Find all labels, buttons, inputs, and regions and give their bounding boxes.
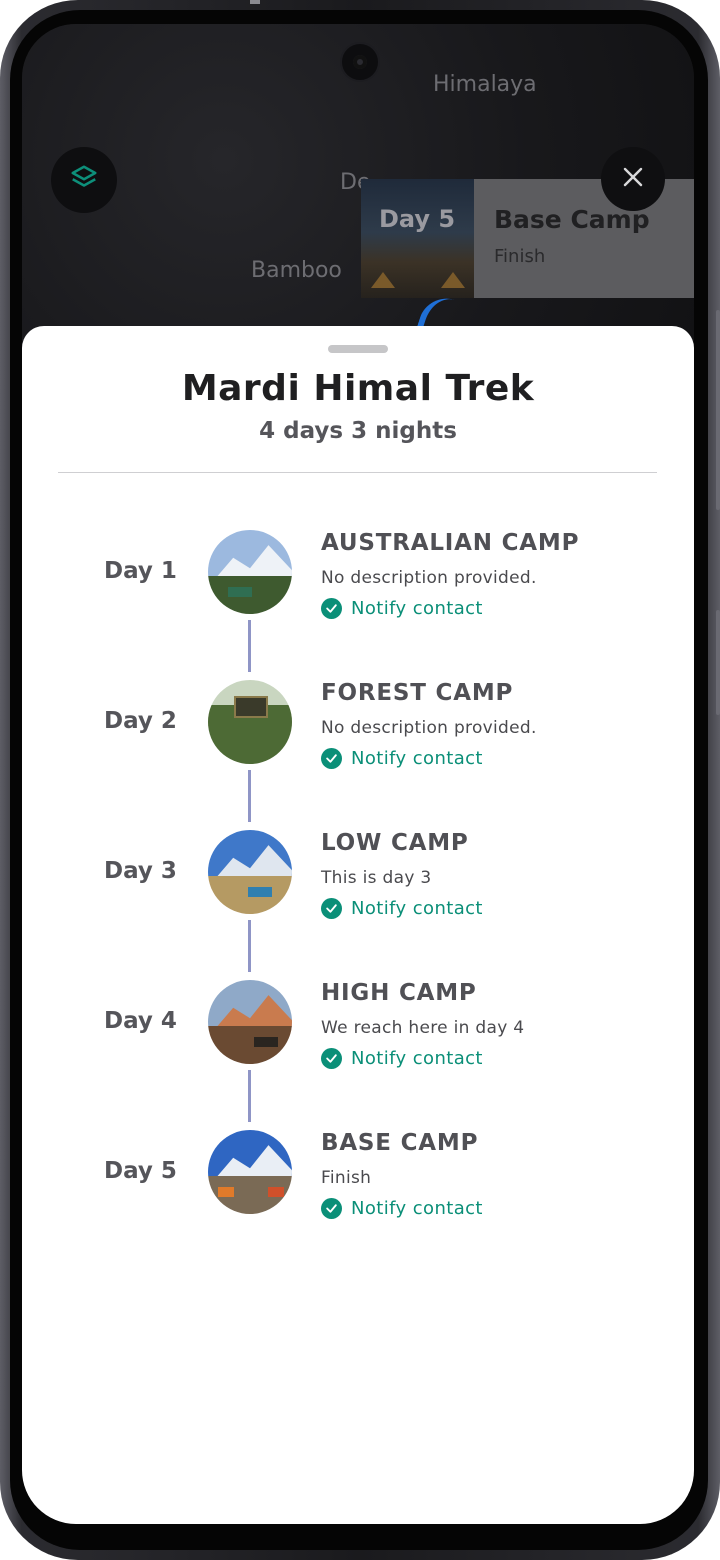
camp-photo (208, 530, 292, 614)
screen: Himalaya De Bamboo Day 5 Base Camp Finis… (22, 24, 694, 1524)
layers-button[interactable] (51, 147, 117, 213)
camp-photo (208, 680, 292, 764)
day-card-info: Base Camp Finish (474, 179, 694, 298)
check-circle-icon (321, 748, 342, 769)
itinerary-item-day-2[interactable]: Day 2 FOREST CAMP No description provide… (22, 680, 694, 770)
check-circle-icon (321, 898, 342, 919)
tent-shape (371, 272, 395, 288)
itinerary-title: LOW CAMP (321, 830, 469, 856)
divider (58, 472, 657, 473)
itinerary-day-label: Day 1 (104, 558, 177, 584)
camp-photo (208, 980, 292, 1064)
notify-contact[interactable]: Notify contact (321, 748, 483, 769)
top-button (250, 0, 260, 4)
front-camera (340, 42, 380, 82)
trek-details-sheet: Mardi Himal Trek 4 days 3 nights Day 1 A… (22, 326, 694, 1524)
camp-photo (208, 1130, 292, 1214)
check-circle-icon (321, 1048, 342, 1069)
close-button[interactable] (601, 147, 665, 211)
photo-hut (228, 587, 252, 598)
itinerary-title: BASE CAMP (321, 1130, 479, 1156)
trek-title: Mardi Himal Trek (181, 368, 535, 409)
photo-tent (268, 1187, 284, 1198)
itinerary-description: We reach here in day 4 (321, 1018, 525, 1038)
notify-contact[interactable]: Notify contact (321, 898, 483, 919)
photo-ground (208, 1026, 292, 1064)
check-circle-icon (321, 1198, 342, 1219)
itinerary-title: AUSTRALIAN CAMP (321, 530, 580, 556)
notify-contact-label: Notify contact (351, 898, 483, 919)
itinerary-item-day-1[interactable]: Day 1 AUSTRALIAN CAMP No description pro… (22, 530, 694, 620)
camp-photo (208, 830, 292, 914)
notify-contact[interactable]: Notify contact (321, 598, 483, 619)
itinerary-description: No description provided. (321, 568, 537, 588)
map-label-himalaya: Himalaya (433, 72, 537, 97)
timeline-connector (248, 620, 251, 672)
timeline-connector (248, 920, 251, 972)
day-card-title: Base Camp (494, 205, 650, 234)
itinerary-day-label: Day 5 (104, 1158, 177, 1184)
day-card-image: Day 5 (361, 179, 474, 298)
itinerary-title: HIGH CAMP (321, 980, 477, 1006)
day-card-subtitle: Finish (494, 246, 546, 267)
itinerary-day-label: Day 3 (104, 858, 177, 884)
itinerary-description: No description provided. (321, 718, 537, 738)
photo-sign (234, 695, 268, 718)
itinerary-description: Finish (321, 1168, 372, 1188)
sheet-drag-handle[interactable] (328, 345, 388, 353)
tent-shape (441, 272, 465, 288)
notify-contact[interactable]: Notify contact (321, 1048, 483, 1069)
notify-contact-label: Notify contact (351, 1048, 483, 1069)
itinerary-day-label: Day 4 (104, 1008, 177, 1034)
map-label-bamboo: Bamboo (251, 258, 342, 283)
notify-contact[interactable]: Notify contact (321, 1198, 483, 1219)
trek-duration: 4 days 3 nights (259, 418, 457, 444)
layers-icon (69, 163, 99, 197)
itinerary-title: FOREST CAMP (321, 680, 514, 706)
itinerary-item-day-4[interactable]: Day 4 HIGH CAMP We reach here in day 4 N… (22, 980, 694, 1070)
notify-contact-label: Notify contact (351, 1198, 483, 1219)
power-button (716, 610, 720, 715)
photo-tent (218, 1187, 234, 1198)
day-card-day-label: Day 5 (379, 205, 456, 233)
itinerary-item-day-3[interactable]: Day 3 LOW CAMP This is day 3 Notify cont… (22, 830, 694, 920)
close-icon (621, 165, 645, 193)
photo-sign (254, 1037, 278, 1048)
timeline-connector (248, 770, 251, 822)
phone-frame: Himalaya De Bamboo Day 5 Base Camp Finis… (0, 0, 720, 1560)
volume-button (716, 310, 720, 510)
notify-contact-label: Notify contact (351, 598, 483, 619)
itinerary-day-label: Day 2 (104, 708, 177, 734)
check-circle-icon (321, 598, 342, 619)
itinerary-description: This is day 3 (321, 868, 432, 888)
itinerary-item-day-5[interactable]: Day 5 BASE CAMP Finish Notify contact (22, 1130, 694, 1220)
notify-contact-label: Notify contact (351, 748, 483, 769)
timeline-connector (248, 1070, 251, 1122)
photo-hut (248, 887, 272, 898)
